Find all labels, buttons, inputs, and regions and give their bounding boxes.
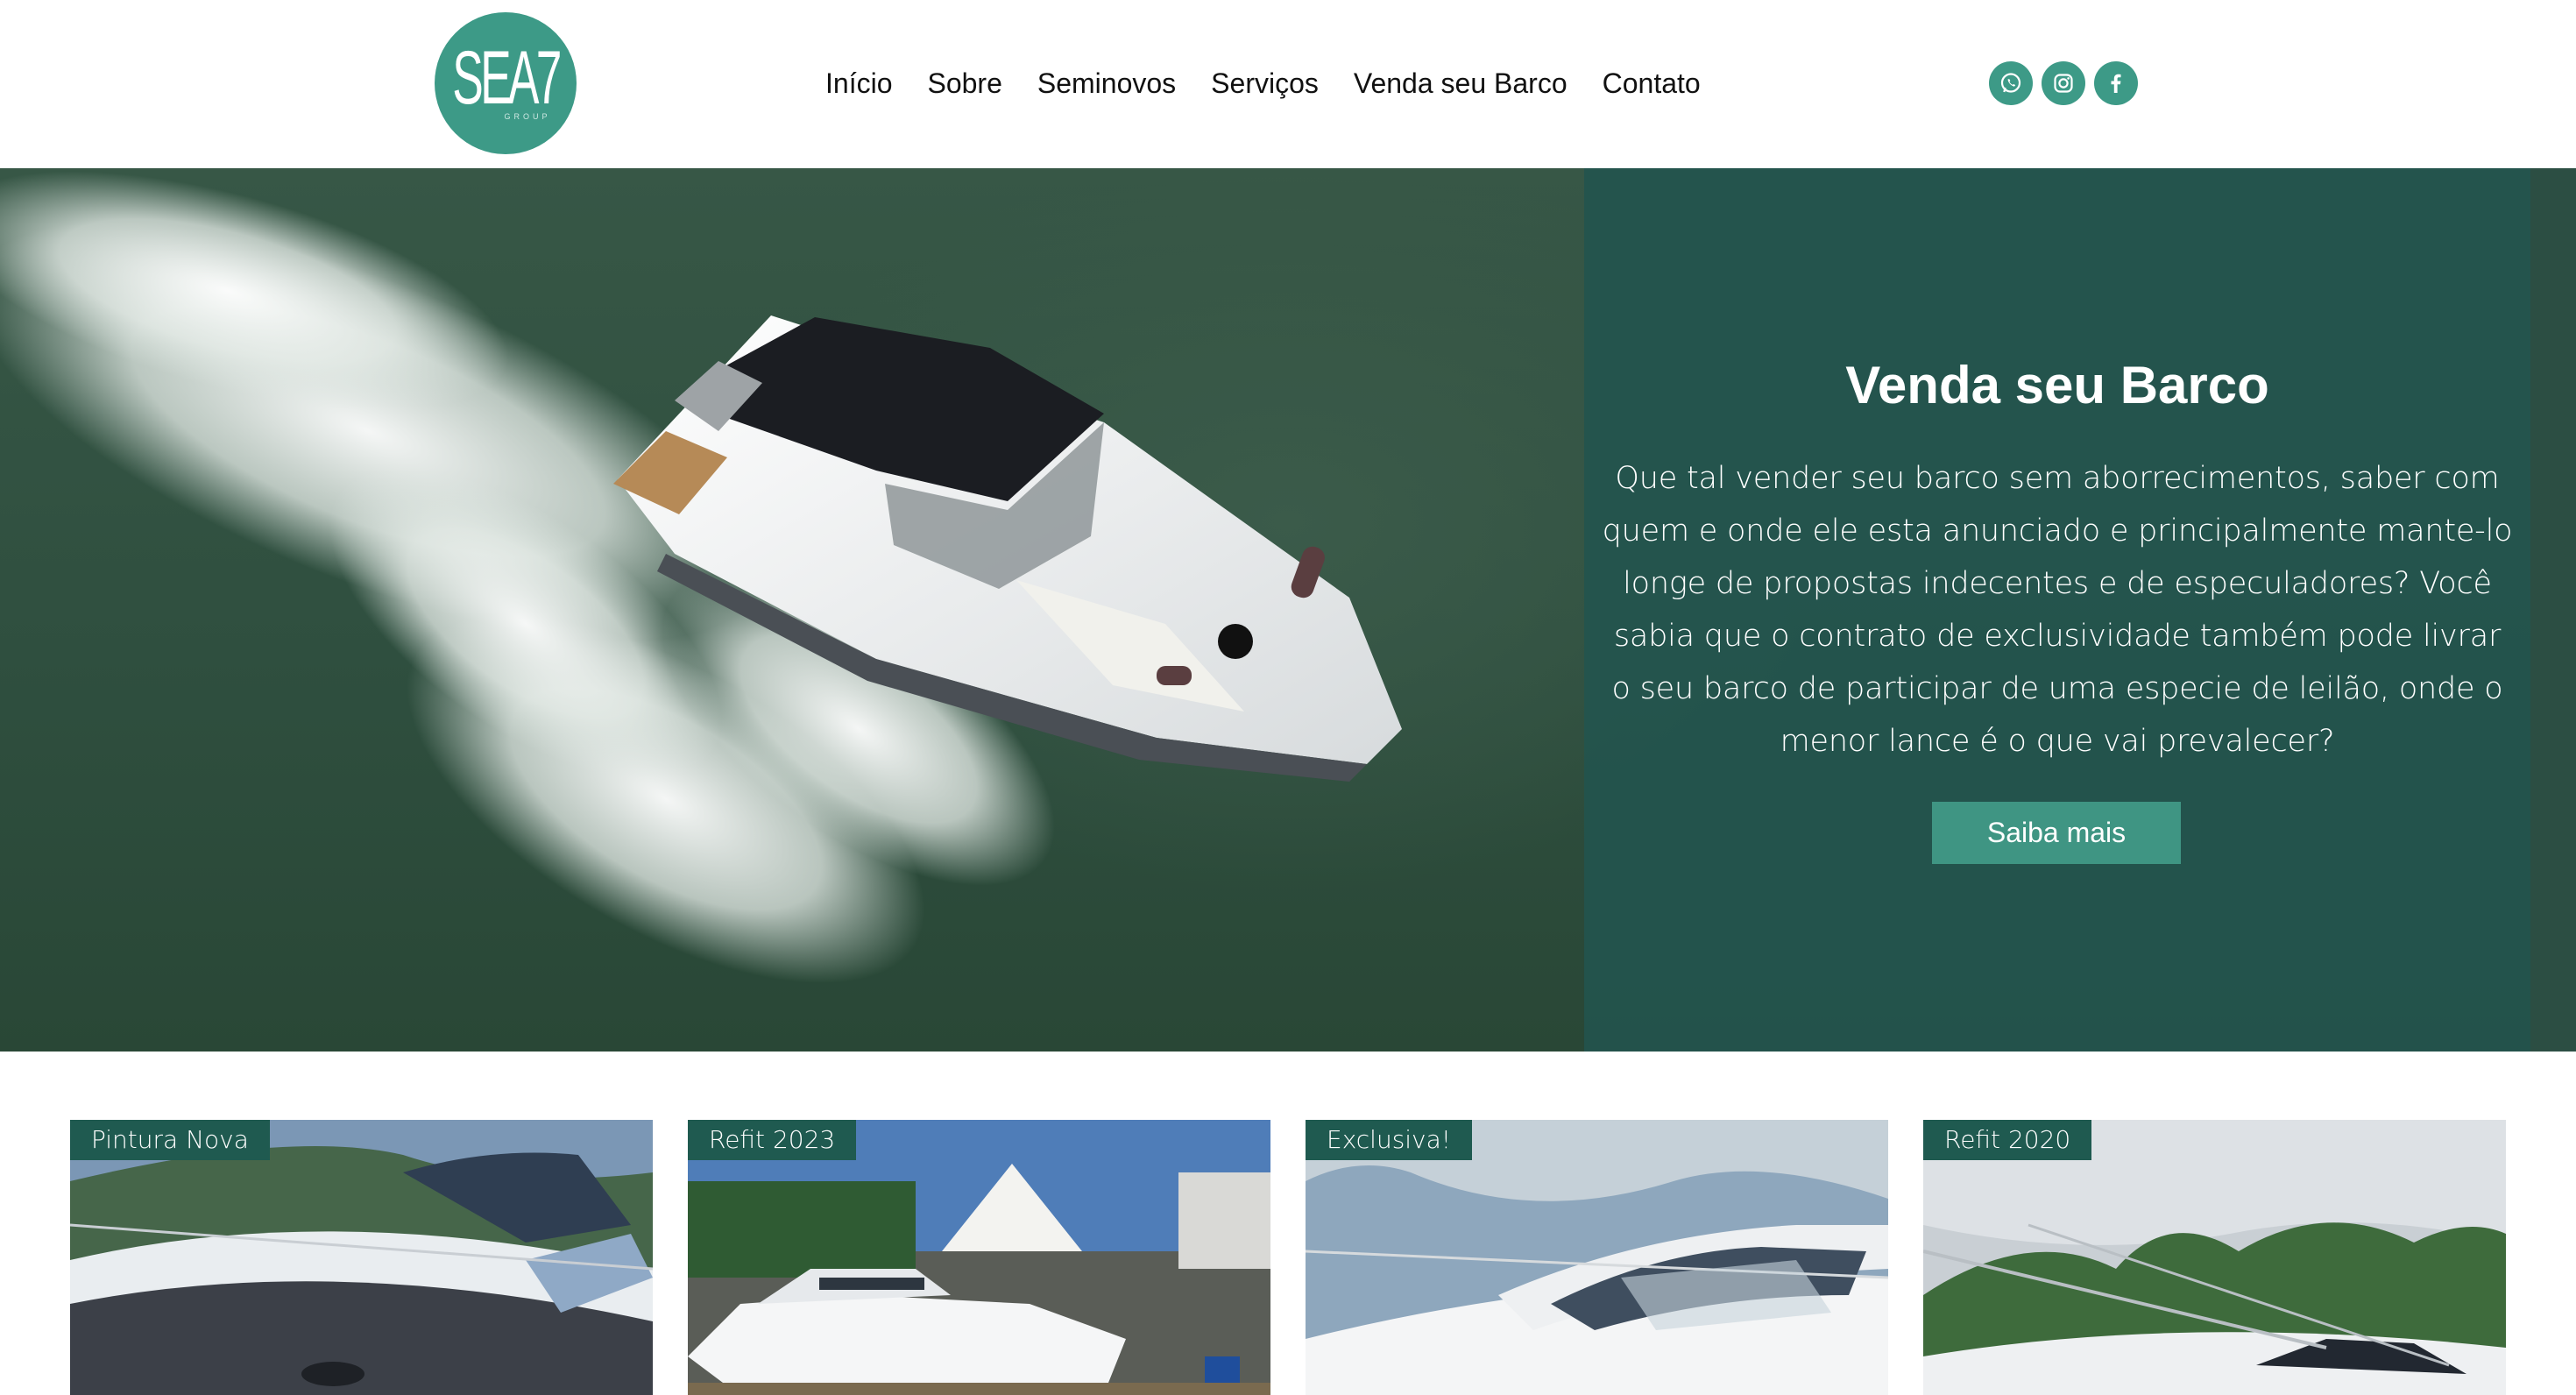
nav-item-seminovos[interactable]: Seminovos xyxy=(1037,61,1176,105)
listings-grid: Pintura Nova Refit 2023 Exclusiva! Refit… xyxy=(0,1120,2576,1395)
saiba-mais-button[interactable]: Saiba mais xyxy=(1932,802,2181,864)
hero-title: Venda seu Barco xyxy=(1845,356,2269,414)
listing-photo xyxy=(70,1120,653,1395)
listing-photo xyxy=(1306,1120,1888,1395)
hero-edge-strip xyxy=(2530,168,2576,1052)
listing-photo xyxy=(688,1120,1270,1395)
nav-item-servicos[interactable]: Serviços xyxy=(1211,61,1319,105)
hero-description: Que tal vender seu barco sem aborrecimen… xyxy=(1602,461,2513,759)
hero-boat-image xyxy=(0,171,1402,983)
logo[interactable]: SEA7 GROUP xyxy=(435,12,577,154)
nav-item-sobre[interactable]: Sobre xyxy=(927,61,1001,105)
site-header: SEA7 GROUP Início Sobre Seminovos Serviç… xyxy=(0,0,2576,168)
whatsapp-icon[interactable] xyxy=(1989,61,2033,105)
instagram-icon[interactable] xyxy=(2042,61,2085,105)
main-nav: Início Sobre Seminovos Serviços Venda se… xyxy=(825,61,1701,105)
nav-item-inicio[interactable]: Início xyxy=(825,61,892,105)
listing-badge: Refit 2020 xyxy=(1923,1120,2092,1160)
listing-card[interactable]: Refit 2023 xyxy=(688,1120,1270,1395)
facebook-icon[interactable] xyxy=(2094,61,2138,105)
logo-text: SEA7 xyxy=(452,36,562,120)
listing-badge: Pintura Nova xyxy=(70,1120,270,1160)
listing-card[interactable]: Exclusiva! xyxy=(1306,1120,1888,1395)
listing-card[interactable]: Pintura Nova xyxy=(70,1120,653,1395)
social-links xyxy=(1989,61,2138,105)
listing-badge: Exclusiva! xyxy=(1306,1120,1473,1160)
nav-item-venda-seu-barco[interactable]: Venda seu Barco xyxy=(1354,61,1568,105)
hero-section: Venda seu Barco Que tal vender seu barco… xyxy=(0,168,2576,1052)
listing-photo xyxy=(1923,1120,2506,1395)
listing-badge: Refit 2023 xyxy=(688,1120,857,1160)
listing-card[interactable]: Refit 2020 xyxy=(1923,1120,2506,1395)
nav-item-contato[interactable]: Contato xyxy=(1603,61,1701,105)
